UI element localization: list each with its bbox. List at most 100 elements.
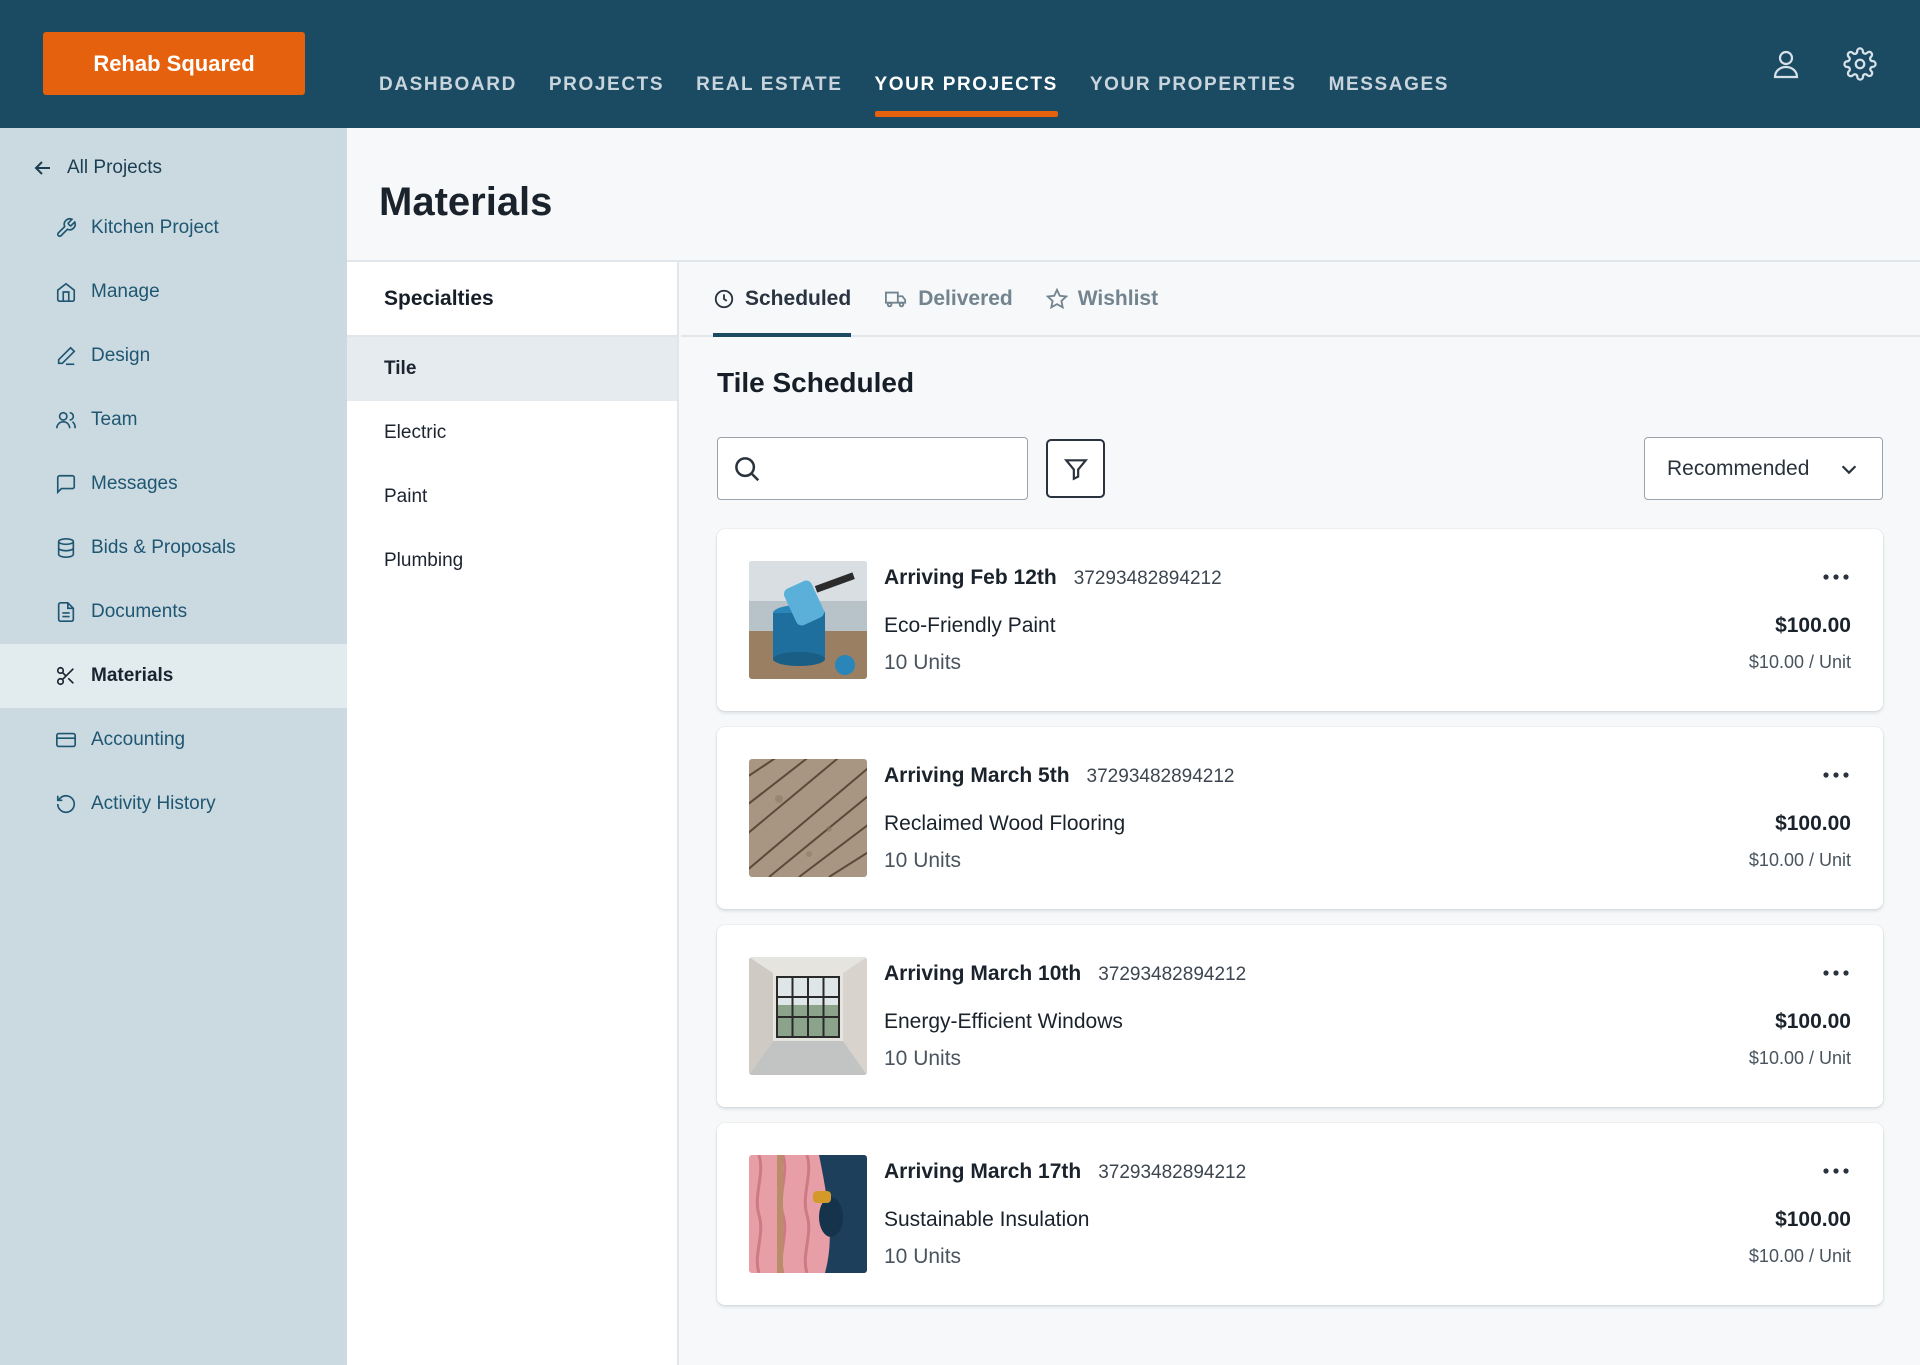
sidebar-item-label: Materials: [91, 665, 174, 686]
nav-dashboard[interactable]: DASHBOARD: [379, 0, 517, 128]
nav-messages[interactable]: MESSAGES: [1329, 0, 1450, 128]
total-price: $100.00: [1775, 614, 1851, 637]
more-options-icon[interactable]: [1819, 1160, 1853, 1182]
material-card[interactable]: Arriving March 5th 37293482894212 Reclai…: [717, 727, 1883, 909]
specialty-electric[interactable]: Electric: [347, 401, 677, 465]
chat-icon: [56, 474, 76, 495]
material-card[interactable]: Arriving March 17th 37293482894212 Susta…: [717, 1123, 1883, 1305]
materials-list: Arriving Feb 12th 37293482894212 Eco-Fri…: [717, 529, 1883, 1321]
document-icon: [57, 602, 75, 622]
filter-button[interactable]: [1046, 439, 1105, 498]
sidebar-item-kitchen-project[interactable]: Kitchen Project: [0, 196, 347, 260]
sidebar-item-label: Messages: [91, 473, 178, 494]
arrival-label: Arriving Feb 12th: [884, 566, 1057, 589]
top-nav-bar: Rehab Squared DASHBOARD PROJECTS REAL ES…: [0, 0, 1920, 128]
order-number: 37293482894212: [1098, 964, 1247, 985]
unit-price: $10.00 / Unit: [1748, 1246, 1851, 1266]
sidebar-item-accounting[interactable]: Accounting: [0, 708, 347, 772]
chevron-down-icon: [1841, 464, 1857, 474]
sidebar-item-label: Accounting: [91, 729, 186, 750]
brand-logo-button[interactable]: Rehab Squared: [43, 32, 305, 95]
sidebar-item-documents[interactable]: Documents: [0, 580, 347, 644]
nav-real-estate[interactable]: REAL ESTATE: [696, 0, 842, 128]
arrival-date: Arriving March 10th 37293482894212: [884, 962, 1246, 986]
wood-floor-image: [749, 759, 867, 877]
unit-count: 10 Units: [884, 1245, 962, 1268]
specialty-paint[interactable]: Paint: [347, 465, 677, 529]
specialties-panel: Specialties Tile Electric Paint Plumbing: [347, 262, 679, 1365]
specialty-tile[interactable]: Tile: [347, 337, 677, 401]
sort-selected-value: Recommended: [1667, 456, 1810, 480]
more-options-icon[interactable]: [1819, 764, 1853, 786]
material-card[interactable]: Arriving Feb 12th 37293482894212 Eco-Fri…: [717, 529, 1883, 711]
window-image: [749, 957, 867, 1075]
sort-dropdown[interactable]: Recommended: [1644, 437, 1883, 500]
product-name: Reclaimed Wood Flooring: [884, 812, 1126, 835]
user-icon[interactable]: [1768, 46, 1804, 82]
product-name: Sustainable Insulation: [884, 1208, 1090, 1231]
wrench-icon: [57, 218, 76, 237]
home-icon: [56, 282, 76, 302]
order-number: 37293482894212: [1098, 1162, 1247, 1183]
sidebar-item-label: Team: [91, 409, 138, 430]
product-name: Eco-Friendly Paint: [884, 614, 1056, 637]
tab-label: Delivered: [918, 286, 1013, 310]
total-price: $100.00: [1775, 1010, 1851, 1033]
database-icon: [57, 538, 75, 558]
sidebar-item-label: Manage: [91, 281, 160, 302]
star-icon: [1045, 287, 1068, 309]
tab-label: Scheduled: [745, 286, 852, 310]
tab-label: Wishlist: [1077, 286, 1159, 310]
total-price: $100.00: [1775, 1208, 1851, 1231]
gear-icon[interactable]: [1842, 46, 1878, 82]
clock-icon: [714, 289, 734, 308]
main-area: Materials Specialties Tile Electric Pain…: [347, 128, 1920, 1365]
nav-your-projects[interactable]: YOUR PROJECTS: [874, 0, 1059, 128]
more-options-icon[interactable]: [1819, 962, 1853, 984]
more-options-icon[interactable]: [1819, 566, 1853, 588]
sidebar-item-bids-proposals[interactable]: Bids & Proposals: [0, 516, 347, 580]
sidebar-item-label: Activity History: [91, 793, 216, 814]
tab-scheduled[interactable]: Scheduled: [713, 262, 852, 337]
filter-icon: [1063, 458, 1088, 481]
sidebar-item-label: Bids & Proposals: [91, 537, 236, 558]
paint-can-image: [749, 561, 867, 679]
material-card[interactable]: Arriving March 10th 37293482894212 Energ…: [717, 925, 1883, 1107]
page-title: Materials: [379, 180, 553, 224]
sidebar-item-messages[interactable]: Messages: [0, 452, 347, 516]
main-nav: DASHBOARD PROJECTS REAL ESTATE YOUR PROJ…: [379, 0, 1481, 128]
sidebar-item-design[interactable]: Design: [0, 324, 347, 388]
section-title: Tile Scheduled: [717, 367, 915, 398]
scissors-icon: [56, 666, 74, 686]
nav-projects[interactable]: PROJECTS: [549, 0, 664, 128]
sidebar-item-activity-history[interactable]: Activity History: [0, 772, 347, 836]
specialty-plumbing[interactable]: Plumbing: [347, 529, 677, 593]
unit-count: 10 Units: [884, 1047, 962, 1070]
search-box: [717, 437, 1028, 500]
total-price: $100.00: [1775, 812, 1851, 835]
all-projects-link[interactable]: All Projects: [33, 148, 162, 188]
unit-count: 10 Units: [884, 849, 962, 872]
tab-delivered[interactable]: Delivered: [884, 262, 1013, 335]
pencil-icon: [57, 346, 76, 366]
status-tabs: Scheduled Delivered Wishlist: [681, 262, 1920, 337]
arrival-date: Arriving March 5th 37293482894212: [884, 764, 1234, 788]
sidebar-menu: Kitchen Project Manage Design Team Messa…: [0, 196, 347, 836]
tab-wishlist[interactable]: Wishlist: [1045, 262, 1159, 335]
sidebar-item-team[interactable]: Team: [0, 388, 347, 452]
specialties-heading: Specialties: [347, 262, 677, 337]
arrow-left-icon: [34, 161, 50, 175]
unit-price: $10.00 / Unit: [1748, 1048, 1851, 1068]
search-icon: [735, 456, 760, 481]
arrival-label: Arriving March 10th: [884, 962, 1082, 985]
materials-content: Scheduled Delivered Wishlist Tile Schedu…: [681, 262, 1920, 1365]
order-number: 37293482894212: [1073, 568, 1222, 589]
sidebar-item-manage[interactable]: Manage: [0, 260, 347, 324]
sidebar-item-label: Kitchen Project: [91, 217, 219, 238]
sidebar-item-label: Design: [91, 345, 151, 366]
sidebar-item-materials[interactable]: Materials: [0, 644, 347, 708]
search-input[interactable]: [772, 457, 1012, 480]
unit-count: 10 Units: [884, 651, 962, 674]
history-icon: [56, 795, 76, 814]
nav-your-properties[interactable]: YOUR PROPERTIES: [1090, 0, 1297, 128]
